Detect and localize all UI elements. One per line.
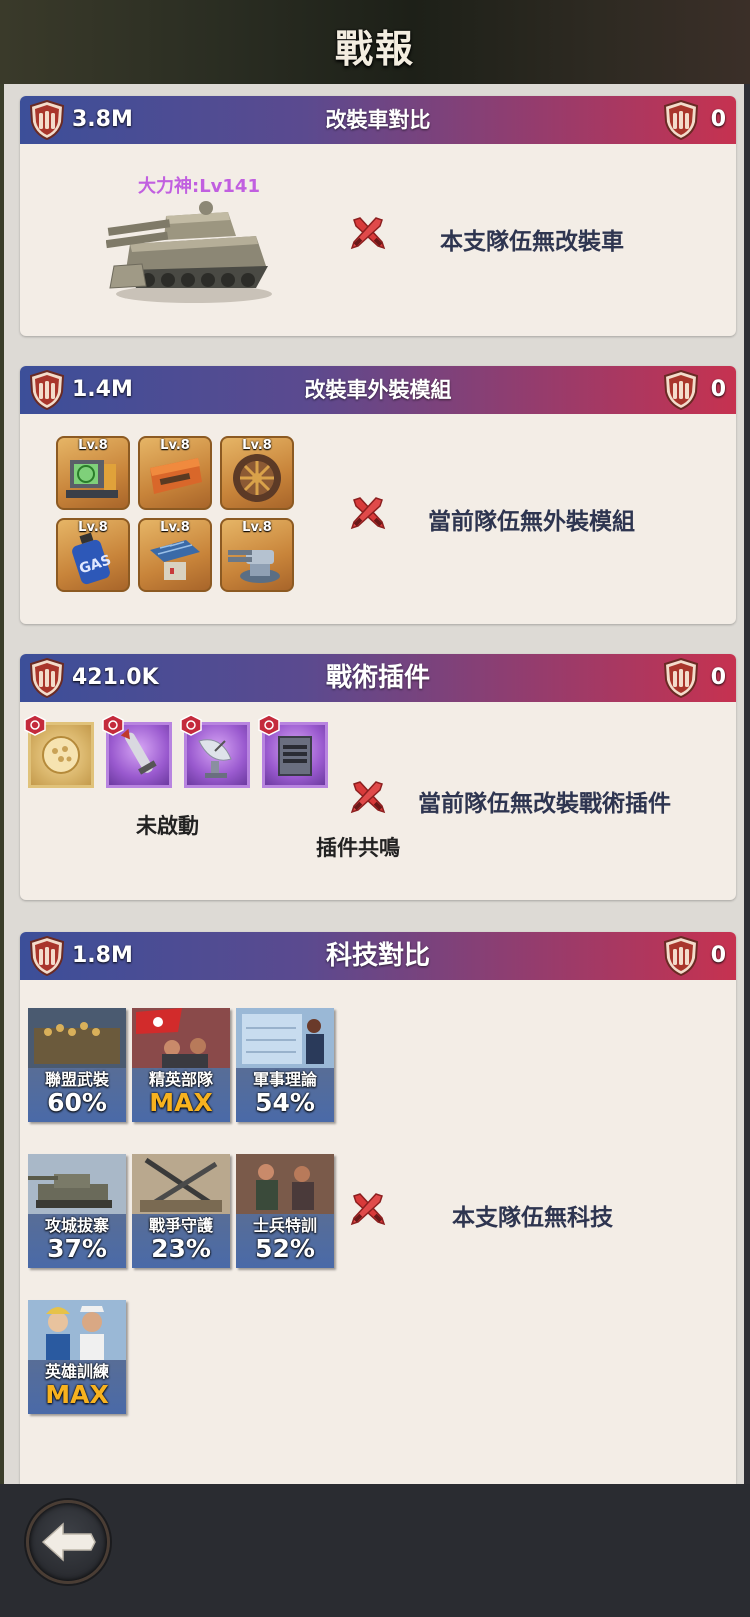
plugin-badge-icon xyxy=(102,714,124,736)
tech-name: 軍事理論 xyxy=(252,1070,317,1089)
skin-card-header: 1.4M 改裝車外裝模組 0 xyxy=(20,366,736,414)
tech-item[interactable]: 英雄訓練 MAX xyxy=(28,1300,126,1414)
right-edge xyxy=(744,84,750,1484)
module-turret[interactable]: Lv.8 xyxy=(220,518,294,592)
module-plate[interactable]: Lv.8 xyxy=(138,436,212,510)
soldier-training-icon xyxy=(236,1154,334,1214)
plugin-badge-icon xyxy=(258,714,280,736)
module-wheel[interactable]: Lv.8 xyxy=(220,436,294,510)
tech-empty-text: 本支隊伍無科技 xyxy=(452,1205,613,1231)
back-arrow-icon xyxy=(41,1522,96,1562)
module-level: Lv.8 xyxy=(242,520,272,535)
vehicle-skin-modules-card: 1.4M 改裝車外裝模組 0 Lv.8 Lv.8 Lv.8 GAS Lv.8 L… xyxy=(20,366,736,624)
vehicle-card-header: 3.8M 改裝車對比 0 xyxy=(20,96,736,144)
right-power-value: 0 xyxy=(710,377,726,402)
plugin-badge-icon xyxy=(24,714,46,736)
tech-item[interactable]: 軍事理論 54% xyxy=(236,1008,334,1122)
page-title: 戰報 xyxy=(334,27,415,71)
skin-empty-text: 當前隊伍無外裝模組 xyxy=(428,509,635,535)
tech-name: 聯盟武裝 xyxy=(44,1070,109,1089)
vehicle-comparison-card: 3.8M 改裝車對比 0 大力神:Lv141 本支隊伍無改裝車 xyxy=(20,96,736,336)
military-theory-icon xyxy=(236,1008,334,1068)
report-board[interactable]: 3.8M 改裝車對比 0 大力神:Lv141 本支隊伍無改裝車 1.4M 改裝車… xyxy=(4,84,744,1484)
right-power-icon xyxy=(662,936,700,976)
tech-item[interactable]: 士兵特訓 52% xyxy=(236,1154,334,1268)
skin-card-title: 改裝車外裝模組 xyxy=(304,378,452,402)
module-level: Lv.8 xyxy=(78,438,108,453)
tech-value: MAX xyxy=(149,1088,213,1117)
vs-crossed-swords-icon xyxy=(348,494,388,534)
plugin-status-text: 未啟動 xyxy=(136,814,199,838)
module-gas[interactable]: GAS Lv.8 xyxy=(56,518,130,592)
tech-item[interactable]: 聯盟武裝 60% xyxy=(28,1008,126,1122)
module-level: Lv.8 xyxy=(78,520,108,535)
right-power-icon xyxy=(662,370,700,410)
tech-card-title: 科技對比 xyxy=(325,941,430,971)
right-power-value: 0 xyxy=(710,665,726,690)
module-solar[interactable]: Lv.8 xyxy=(138,518,212,592)
tech-value: 52% xyxy=(255,1234,315,1263)
tactical-plugins-card: 421.0K 戰術插件 0 未啟動 插件共鳴 當前隊伍無改裝戰術插件 xyxy=(20,654,736,900)
right-power-icon xyxy=(662,658,700,698)
vehicle-level-label: 大力神:Lv141 xyxy=(138,176,260,197)
vehicle-empty-text: 本支隊伍無改裝車 xyxy=(440,229,624,255)
plugin-card-header: 421.0K 戰術插件 0 xyxy=(20,654,736,702)
report-header: 戰報 xyxy=(0,0,750,84)
module-radar[interactable]: Lv.8 xyxy=(56,436,130,510)
right-power-icon xyxy=(662,100,700,140)
plugin-empty-text: 當前隊伍無改裝戰術插件 xyxy=(418,791,671,817)
alliance-arms-icon xyxy=(28,1008,126,1068)
module-level: Lv.8 xyxy=(242,438,272,453)
tech-value: 23% xyxy=(151,1234,211,1263)
tech-name: 英雄訓練 xyxy=(44,1362,109,1381)
tech-item[interactable]: 攻城拔寨 37% xyxy=(28,1154,126,1268)
vehicle-card-title: 改裝車對比 xyxy=(325,108,431,132)
vs-crossed-swords-icon xyxy=(348,778,388,818)
plugin-badge-icon xyxy=(180,714,202,736)
plugin-card-title: 戰術插件 xyxy=(325,663,430,693)
technology-comparison-card: 1.8M 科技對比 0 聯盟武裝 60% 精英部隊 MAX 軍事理論 54% 攻… xyxy=(20,932,736,1484)
tech-value: 37% xyxy=(47,1234,107,1263)
right-power-value: 0 xyxy=(710,107,726,132)
bottom-bar xyxy=(0,1484,750,1617)
tech-item[interactable]: 戰爭守護 23% xyxy=(132,1154,230,1268)
back-button[interactable] xyxy=(26,1500,110,1584)
hero-training-icon xyxy=(28,1300,126,1360)
tech-value: 54% xyxy=(255,1088,315,1117)
siege-tank-icon xyxy=(28,1154,126,1214)
war-guard-icon xyxy=(132,1154,230,1214)
module-level: Lv.8 xyxy=(160,520,190,535)
tech-value: 60% xyxy=(47,1088,107,1117)
tech-name: 戰爭守護 xyxy=(148,1216,213,1235)
tech-name: 士兵特訓 xyxy=(252,1216,317,1235)
tech-value: MAX xyxy=(45,1380,109,1409)
right-power-value: 0 xyxy=(710,943,726,968)
vs-crossed-swords-icon xyxy=(348,1190,388,1230)
module-level: Lv.8 xyxy=(160,438,190,453)
tank-image[interactable] xyxy=(106,196,276,306)
plugin-resonance-text[interactable]: 插件共鳴 xyxy=(316,832,400,862)
tech-name: 攻城拔寨 xyxy=(44,1216,109,1235)
tech-item[interactable]: 精英部隊 MAX xyxy=(132,1008,230,1122)
elite-troops-icon xyxy=(132,1008,230,1068)
vs-crossed-swords-icon xyxy=(348,214,388,254)
tech-name: 精英部隊 xyxy=(148,1070,213,1089)
tech-card-header: 1.8M 科技對比 0 xyxy=(20,932,736,980)
